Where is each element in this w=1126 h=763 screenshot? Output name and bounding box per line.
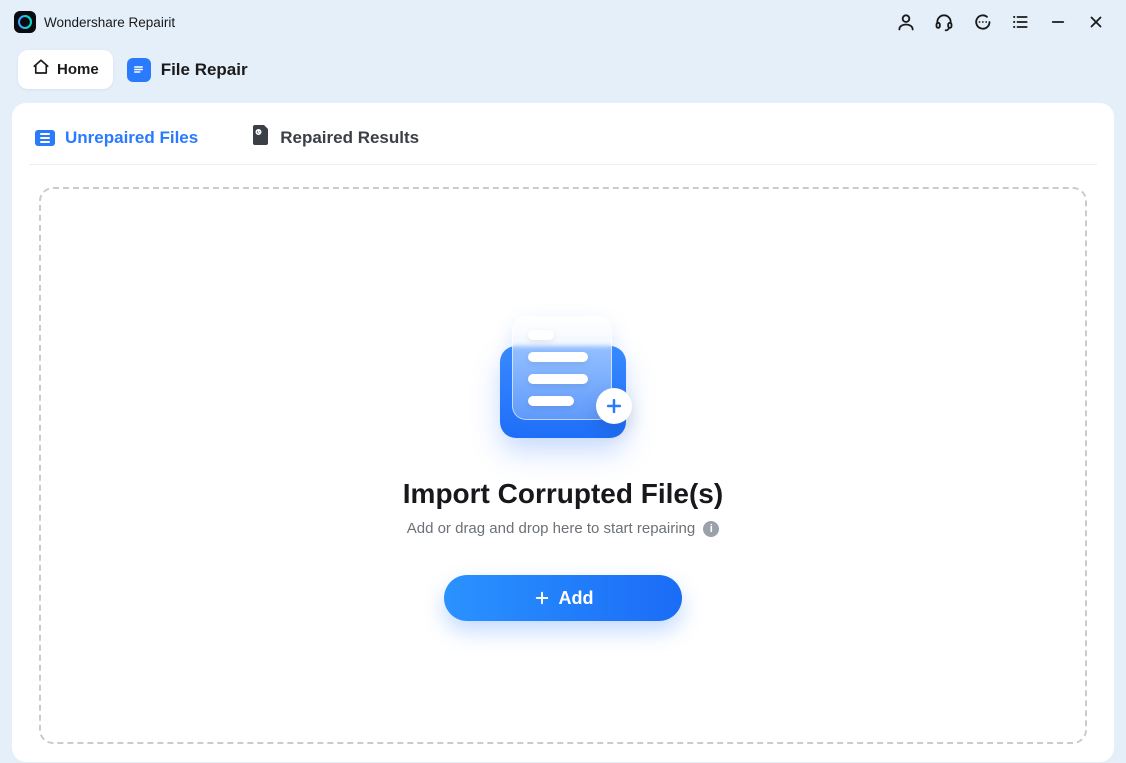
tab-unrepaired-files[interactable]: Unrepaired Files bbox=[35, 128, 198, 148]
home-label: Home bbox=[57, 61, 99, 78]
tab-repaired-results[interactable]: Repaired Results bbox=[252, 125, 419, 150]
account-icon[interactable] bbox=[896, 12, 916, 32]
support-headset-icon[interactable] bbox=[934, 12, 954, 32]
import-files-illustration-icon bbox=[488, 310, 638, 450]
add-button[interactable]: Add bbox=[444, 575, 682, 621]
file-repair-icon bbox=[127, 58, 151, 82]
home-icon bbox=[32, 58, 50, 81]
tab-label: Unrepaired Files bbox=[65, 128, 198, 148]
menu-list-icon[interactable] bbox=[1010, 12, 1030, 32]
feedback-chat-icon[interactable] bbox=[972, 12, 992, 32]
page-title: File Repair bbox=[161, 60, 248, 80]
dropzone-subtitle: Add or drag and drop here to start repai… bbox=[407, 520, 720, 537]
titlebar[interactable]: Wondershare Repairit bbox=[0, 0, 1126, 38]
info-icon[interactable]: i bbox=[703, 521, 719, 537]
dropzone[interactable]: Import Corrupted File(s) Add or drag and… bbox=[39, 187, 1087, 744]
dropzone-title: Import Corrupted File(s) bbox=[403, 478, 723, 510]
window-controls bbox=[896, 12, 1112, 32]
repaired-results-icon bbox=[252, 125, 270, 150]
unrepaired-files-icon bbox=[35, 130, 55, 146]
main-panel: Unrepaired Files Repaired Results Import… bbox=[12, 103, 1114, 762]
close-icon[interactable] bbox=[1086, 12, 1106, 32]
tab-label: Repaired Results bbox=[280, 128, 419, 148]
page-chip: File Repair bbox=[127, 58, 248, 82]
plus-icon bbox=[533, 589, 551, 607]
dropzone-subtitle-text: Add or drag and drop here to start repai… bbox=[407, 520, 696, 537]
add-button-label: Add bbox=[559, 588, 594, 609]
title-left: Wondershare Repairit bbox=[14, 11, 175, 33]
breadcrumb: Home File Repair bbox=[0, 38, 1126, 103]
tabs: Unrepaired Files Repaired Results bbox=[29, 121, 1097, 165]
app-title: Wondershare Repairit bbox=[44, 15, 175, 30]
app-logo-icon bbox=[14, 11, 36, 33]
home-button[interactable]: Home bbox=[18, 50, 113, 89]
minimize-icon[interactable] bbox=[1048, 12, 1068, 32]
